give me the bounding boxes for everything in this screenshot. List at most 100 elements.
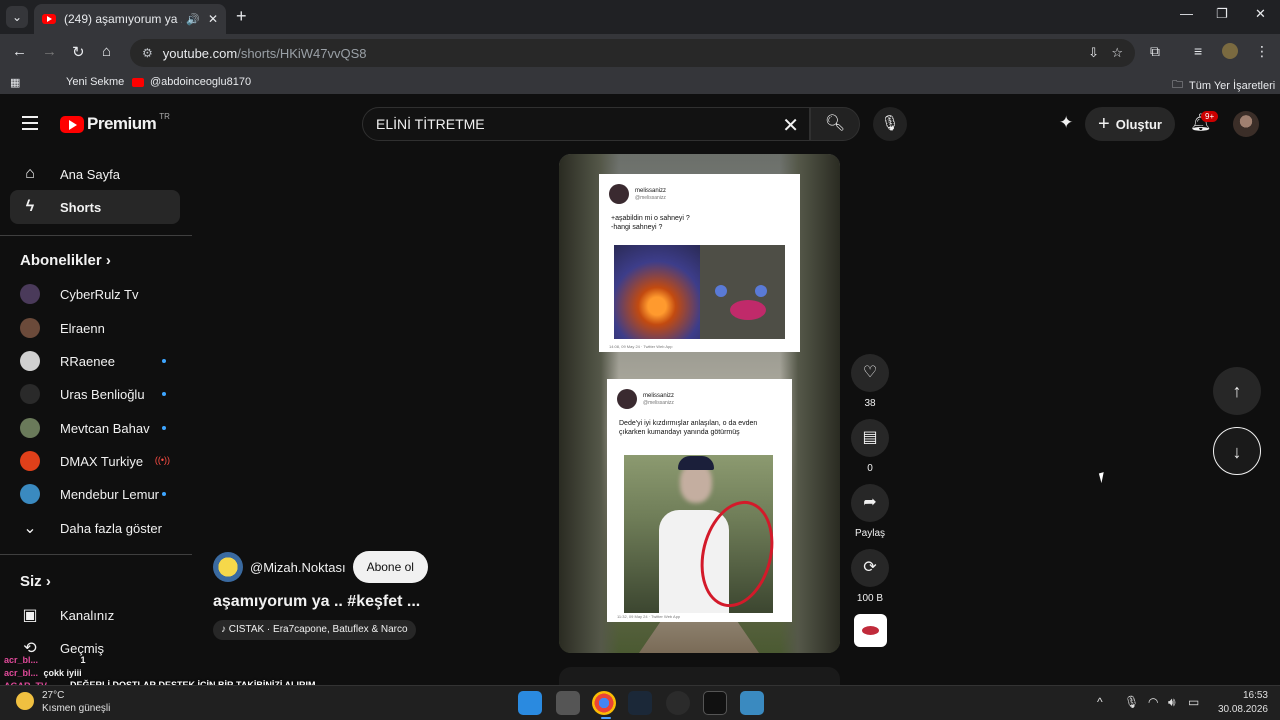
sidebar-show-more[interactable]: ⌄ Daha fazla göster xyxy=(10,511,180,545)
tab-search-icon[interactable]: ⌄ xyxy=(6,6,28,28)
home-icon[interactable]: ⌂ xyxy=(102,43,111,60)
sidebar-item-mevtcan[interactable]: Mevtcan Bahav xyxy=(10,411,180,445)
bookmarks-bar: ▦ Yeni Sekme @abdoinceoglu8170 🗀 Tüm Yer … xyxy=(0,72,1280,94)
browser-tab-active[interactable]: (249) aşamıyorum ya .. #keş 🔊 ✕ xyxy=(34,4,226,34)
forward-icon[interactable]: → xyxy=(42,43,57,60)
next-short-button[interactable]: ↓ xyxy=(1213,427,1261,475)
battery-icon[interactable]: ▭ xyxy=(1188,695,1199,709)
music-pill[interactable]: ♪ CISTAK · Era7capone, Batuflex & Narco xyxy=(213,620,416,640)
sidebar-item-dmax[interactable]: DMAX Turkiye ((•)) xyxy=(10,444,180,478)
site-info-icon[interactable]: ⚙ xyxy=(142,46,153,60)
music-note-icon: ♪ xyxy=(221,624,229,635)
channel-icon: ▣ xyxy=(22,607,38,624)
comment-action[interactable]: ▤ 0 xyxy=(851,419,889,474)
remix-action[interactable]: ⟳ 100 B xyxy=(851,549,889,604)
tweet-handle: @melissanizz xyxy=(643,399,674,406)
create-button[interactable]: + Oluştur xyxy=(1085,107,1175,141)
comment-count: 0 xyxy=(867,463,873,474)
bookmark-star-icon[interactable]: ☆ xyxy=(1111,45,1123,61)
sidebar-item-label: Mendebur Lemur xyxy=(60,486,159,502)
chrome-taskbar-icon[interactable] xyxy=(592,691,616,715)
reload-icon[interactable]: ↻ xyxy=(72,43,85,61)
sidebar-item-rraenee[interactable]: RRaenee xyxy=(10,344,180,378)
short-title[interactable]: aşamıyorum ya .. #keşfet ... xyxy=(213,593,420,611)
epic-games-icon[interactable] xyxy=(703,691,727,715)
bookmark-new-tab[interactable]: Yeni Sekme xyxy=(66,76,124,88)
sidebar-item-your-channel[interactable]: ▣ Kanalınız xyxy=(10,598,180,632)
install-app-icon[interactable]: ⇩ xyxy=(1088,45,1099,61)
obs-icon[interactable] xyxy=(666,691,690,715)
channel-avatar[interactable] xyxy=(213,552,243,582)
media-control-icon[interactable]: ≡ xyxy=(1194,43,1202,59)
minimize-icon[interactable]: — xyxy=(1180,6,1193,21)
weather-widget[interactable]: 27°C Kısmen güneşli xyxy=(42,689,110,715)
arrow-down-icon: ↓ xyxy=(1232,442,1242,462)
close-window-icon[interactable]: ✕ xyxy=(1255,6,1266,22)
comment-icon[interactable]: ▤ xyxy=(851,419,889,457)
sidebar-item-label: Kanalınız xyxy=(60,607,115,623)
sidebar-item-home[interactable]: ⌂ Ana Sayfa xyxy=(10,157,180,191)
tweet-footer: 11:32, 09 May 24 · Twitter Web App xyxy=(617,614,681,619)
tweet-name: melissanizz xyxy=(635,187,667,194)
sidebar-item-cyberrulz[interactable]: CyberRulz Tv xyxy=(10,277,180,311)
apps-grid-icon[interactable]: ▦ xyxy=(10,76,20,89)
chrome-menu-icon[interactable]: ⋮ xyxy=(1255,43,1269,60)
you-heading-label: Siz xyxy=(20,573,42,590)
chat-message: çokk iyiii xyxy=(43,668,82,678)
youtube-header: Premium TR ELİNİ TİTRETME ✕ 🔍︎ 🎙︎ ✦ + Olu… xyxy=(0,100,1280,148)
notepad-icon[interactable] xyxy=(740,691,764,715)
tweet-header: melissanizz @melissanizz xyxy=(599,174,800,204)
account-avatar[interactable] xyxy=(1233,111,1259,137)
all-bookmarks[interactable]: 🗀 Tüm Yer İşaretleri xyxy=(1172,76,1275,95)
remix-icon[interactable]: ⟳ xyxy=(851,549,889,587)
back-icon[interactable]: ← xyxy=(12,43,27,60)
youtube-premium-logo[interactable]: Premium TR xyxy=(60,112,170,134)
search-input[interactable]: ELİNİ TİTRETME ✕ xyxy=(362,107,810,141)
wifi-icon[interactable]: ◠ xyxy=(1148,695,1158,709)
profile-avatar-icon[interactable] xyxy=(1222,43,1238,59)
tweet-header: melissanizz @melissanizz xyxy=(607,379,792,409)
volume-icon[interactable]: 🔊︎ xyxy=(1168,695,1176,710)
voice-search-button[interactable]: 🎙︎ xyxy=(873,107,907,141)
task-view-icon[interactable] xyxy=(556,691,580,715)
menu-icon[interactable] xyxy=(22,116,38,130)
previous-short-button[interactable]: ↑ xyxy=(1213,367,1261,415)
clock[interactable]: 16:53 30.08.2026 xyxy=(1218,689,1268,717)
sidebar-item-label: Uras Benlioğlu xyxy=(60,386,145,402)
share-icon[interactable]: ➦ xyxy=(851,484,889,522)
share-action[interactable]: ➦ Paylaş xyxy=(851,484,889,539)
cast-sparkle-icon[interactable]: ✦ xyxy=(1059,113,1073,133)
steam-icon[interactable] xyxy=(628,691,652,715)
like-icon[interactable]: ♡ xyxy=(851,354,889,392)
extensions-icon[interactable]: ⧉ xyxy=(1150,43,1160,60)
windows-start-icon[interactable] xyxy=(518,691,542,715)
new-tab-button[interactable]: + xyxy=(236,6,247,27)
sidebar-item-mendebur[interactable]: Mendebur Lemur xyxy=(10,477,180,511)
bookmark-label: @abdoinceoglu8170 xyxy=(150,76,252,88)
maximize-icon[interactable]: ❐ xyxy=(1216,6,1228,22)
subscribe-button[interactable]: Abone ol xyxy=(352,551,428,583)
short-video-player[interactable]: melissanizz @melissanizz +aşabildin mi o… xyxy=(559,154,840,653)
sidebar-item-elraenn[interactable]: Elraenn xyxy=(10,311,180,345)
sidebar-item-uras[interactable]: Uras Benlioğlu xyxy=(10,377,180,411)
active-app-indicator xyxy=(601,717,611,719)
search-button[interactable]: 🔍︎ xyxy=(810,107,860,141)
bookmark-label: Yeni Sekme xyxy=(66,76,125,88)
subscriptions-heading[interactable]: Abonelikler › xyxy=(20,252,111,269)
time: 16:53 xyxy=(1242,690,1268,701)
channel-name[interactable]: @Mizah.Noktası xyxy=(250,560,346,575)
sound-thumbnail[interactable] xyxy=(854,614,887,647)
clear-search-icon[interactable]: ✕ xyxy=(782,113,799,138)
address-bar[interactable]: ⚙ youtube.com/shorts/HKiW47vvQS8 ☆ ⇩ xyxy=(130,39,1135,67)
like-count: 38 xyxy=(864,398,876,409)
like-action[interactable]: ♡ 38 xyxy=(851,354,889,409)
sidebar-item-shorts[interactable]: ϟ Shorts xyxy=(10,190,180,224)
you-heading[interactable]: Siz › xyxy=(20,573,51,590)
bookmark-channel[interactable]: @abdoinceoglu8170 xyxy=(132,76,251,88)
tray-chevron-icon[interactable]: ^ xyxy=(1097,695,1103,709)
arrow-up-icon: ↑ xyxy=(1232,381,1242,401)
tab-audio-icon[interactable]: 🔊 xyxy=(186,13,200,26)
microphone-tray-icon[interactable]: 🎙︎ xyxy=(1124,695,1139,709)
channel-avatar xyxy=(20,484,40,504)
tab-close-icon[interactable]: ✕ xyxy=(208,12,218,26)
